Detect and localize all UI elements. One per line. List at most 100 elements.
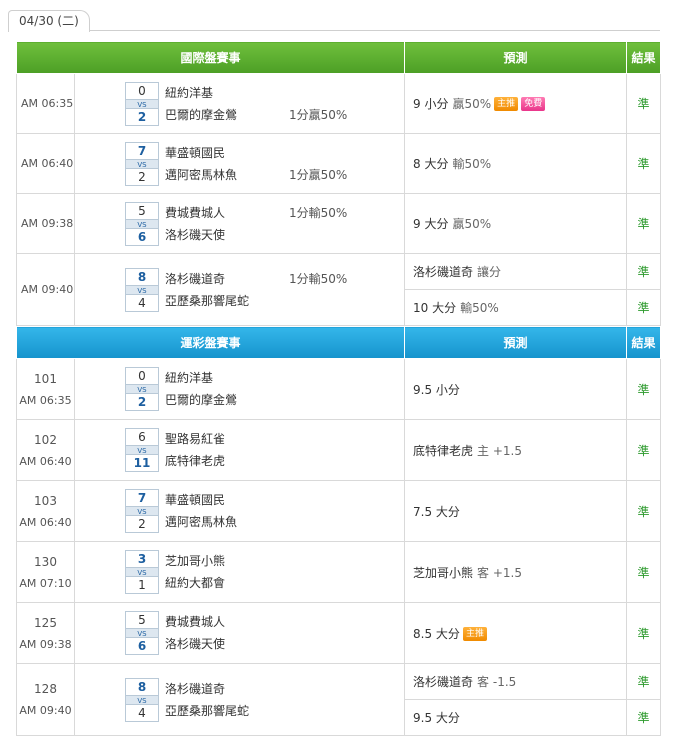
home-team[interactable]: 巴爾的摩金鶯 1分贏50% — [165, 104, 405, 126]
home-team[interactable]: 亞歷桑那響尾蛇 — [165, 700, 405, 722]
home-score: 4 — [138, 705, 146, 720]
vs-label: VS — [126, 445, 158, 455]
lottery-table-header: 運彩盤賽事 預測 結果 — [15, 326, 662, 359]
result-cell: 準 — [626, 73, 662, 134]
header-prediction: 預測 — [404, 41, 628, 74]
match-cell: 7 VS 2 華盛頓國民 邁阿密馬林魚 — [73, 480, 406, 542]
away-team[interactable]: 華盛頓國民 — [165, 489, 405, 511]
away-team[interactable]: 洛杉磯道奇 — [165, 678, 405, 700]
header-title: 運彩盤賽事 — [15, 326, 406, 359]
away-team-name[interactable]: 紐約洋基 — [165, 86, 213, 100]
away-team[interactable]: 芝加哥小熊 — [165, 550, 405, 572]
vs-label: VS — [126, 567, 158, 577]
away-team[interactable]: 洛杉磯道奇 1分輸50% — [165, 268, 405, 290]
score-box: 0 VS 2 — [125, 367, 159, 411]
prediction-main: 8 大分 — [413, 157, 449, 171]
result-cell: 準 — [626, 419, 662, 481]
match-row: 125 AM 09:38 5 VS 6 費城費城人 洛杉磯天使 8.5 大分 主推準 — [16, 602, 662, 664]
match-cell: 5 VS 6 費城費城人 洛杉磯天使 — [73, 602, 406, 664]
away-team-name[interactable]: 洛杉磯道奇 — [165, 682, 225, 696]
home-team[interactable]: 亞歷桑那響尾蛇 — [165, 290, 405, 312]
home-team-name[interactable]: 邁阿密馬林魚 — [165, 515, 237, 529]
matchup: 8 VS 4 洛杉磯道奇亞歷桑那響尾蛇 — [125, 677, 405, 722]
match-row: 130 AM 07:10 3 VS 1 芝加哥小熊 紐約大都會 芝加哥小熊客 +1.5 準 — [16, 541, 662, 603]
prediction-main: 9 小分 — [413, 97, 449, 111]
away-team-name[interactable]: 費城費城人 — [165, 615, 225, 629]
prediction-cell: 芝加哥小熊客 +1.5 — [404, 541, 628, 603]
away-team-name[interactable]: 華盛頓國民 — [165, 146, 225, 160]
home-team[interactable]: 巴爾的摩金鶯 — [165, 389, 405, 411]
home-team-name[interactable]: 巴爾的摩金鶯 — [165, 393, 237, 407]
home-team-name[interactable]: 洛杉磯天使 — [165, 228, 225, 242]
match-time-cell: AM 06:40 — [16, 133, 75, 194]
away-team[interactable]: 費城費城人 — [165, 611, 405, 633]
away-score: 0 — [138, 369, 146, 383]
away-team[interactable]: 華盛頓國民 — [165, 142, 405, 164]
matchup: 3 VS 1 芝加哥小熊紐約大都會 — [125, 550, 404, 594]
result-cell: 準 — [626, 699, 662, 736]
game-number: 128 — [34, 682, 57, 696]
home-team-name[interactable]: 巴爾的摩金鶯 — [165, 108, 237, 122]
home-team-name[interactable]: 亞歷桑那響尾蛇 — [165, 704, 249, 718]
match-cell: 8 VS 4 洛杉磯道奇亞歷桑那響尾蛇 — [73, 663, 406, 736]
game-time: AM 07:10 — [19, 576, 72, 590]
away-team[interactable]: 聖路易紅雀 — [165, 428, 405, 450]
home-team-name[interactable]: 邁阿密馬林魚 — [165, 168, 237, 182]
score-box: 8 VS 4 — [125, 267, 159, 312]
away-team-name[interactable]: 聖路易紅雀 — [165, 432, 225, 446]
date-tab[interactable]: 04/30 (二) — [8, 10, 90, 32]
home-team[interactable]: 底特律老虎 — [165, 450, 405, 472]
away-team[interactable]: 費城費城人 1分輸50% — [165, 202, 405, 224]
away-team-name[interactable]: 紐約洋基 — [165, 371, 213, 385]
away-team-name[interactable]: 費城費城人 — [165, 206, 225, 220]
home-team[interactable]: 紐約大都會 — [165, 572, 405, 594]
home-score: 11 — [133, 456, 151, 470]
prediction-main: 8.5 大分 — [413, 626, 460, 641]
home-team-name[interactable]: 亞歷桑那響尾蛇 — [165, 294, 249, 308]
prediction-detail: 讓分 — [477, 265, 502, 279]
match-time-cell: 101 AM 06:35 — [16, 358, 75, 420]
matchup: 5 VS 6 費城費城人 1分輸50% 洛杉磯天使 — [125, 201, 405, 246]
vs-label: VS — [126, 694, 158, 705]
date-tab-bar: 04/30 (二) — [0, 0, 700, 34]
match-time-cell: 130 AM 07:10 — [16, 541, 75, 603]
match-cell: 6 VS 11 聖路易紅雀 底特律老虎 — [73, 419, 406, 481]
home-team-name[interactable]: 洛杉磯天使 — [165, 637, 225, 651]
away-team-name[interactable]: 洛杉磯道奇 — [165, 272, 225, 286]
home-score: 4 — [138, 295, 146, 310]
home-team-name[interactable]: 紐約大都會 — [165, 576, 225, 590]
match-row: 102 AM 06:40 6 VS 11 聖路易紅雀 底特律老虎 底特律老虎主 +1.5 準 — [16, 419, 662, 481]
match-time-cell: 128 AM 09:40 — [16, 663, 75, 736]
away-team-name[interactable]: 華盛頓國民 — [165, 493, 225, 507]
handicap-result: 1分贏50% — [289, 167, 348, 182]
result-cell: 準 — [626, 663, 662, 700]
team-names: 華盛頓國民邁阿密馬林魚 — [165, 489, 405, 533]
prediction-detail: 客 -1.5 — [477, 675, 517, 689]
home-team-name[interactable]: 底特律老虎 — [165, 454, 225, 468]
away-score: 8 — [137, 679, 147, 694]
prediction-main: 9.5 小分 — [413, 382, 460, 397]
matchup: 7 VS 2 華盛頓國民 邁阿密馬林魚 1分贏50% — [125, 141, 405, 186]
matchup: 8 VS 4 洛杉磯道奇 1分輸50% 亞歷桑那響尾蛇 — [125, 267, 405, 312]
away-team-name[interactable]: 芝加哥小熊 — [165, 554, 225, 568]
home-team[interactable]: 洛杉磯天使 — [165, 224, 405, 246]
match-time-cell: 103 AM 06:40 — [16, 480, 75, 542]
home-team[interactable]: 邁阿密馬林魚 1分贏50% — [165, 164, 405, 186]
prediction-cell: 8 大分 輸50% — [404, 133, 628, 194]
home-score: 6 — [137, 639, 147, 653]
away-team[interactable]: 紐約洋基 — [165, 367, 405, 389]
game-number: 103 — [34, 493, 57, 508]
home-team[interactable]: 洛杉磯天使 — [165, 633, 405, 655]
away-score: 5 — [138, 203, 146, 218]
home-team[interactable]: 邁阿密馬林魚 — [165, 511, 405, 533]
free-badge: 免費 — [521, 97, 546, 111]
prediction-main: 7.5 大分 — [413, 504, 460, 519]
game-time: AM 09:40 — [19, 704, 72, 717]
score-box: 3 VS 1 — [125, 550, 159, 594]
team-names: 紐約洋基巴爾的摩金鶯 1分贏50% — [165, 82, 405, 126]
match-cell: 0 VS 2 紐約洋基巴爾的摩金鶯 — [73, 358, 406, 420]
game-time: AM 06:35 — [19, 393, 72, 407]
away-team[interactable]: 紐約洋基 — [165, 82, 405, 104]
prediction-main: 10 大分 — [413, 301, 457, 315]
match-row: AM 06:40 7 VS 2 華盛頓國民 邁阿密馬林魚 1分贏50% 8 大分 輸50% 準 — [16, 133, 662, 194]
